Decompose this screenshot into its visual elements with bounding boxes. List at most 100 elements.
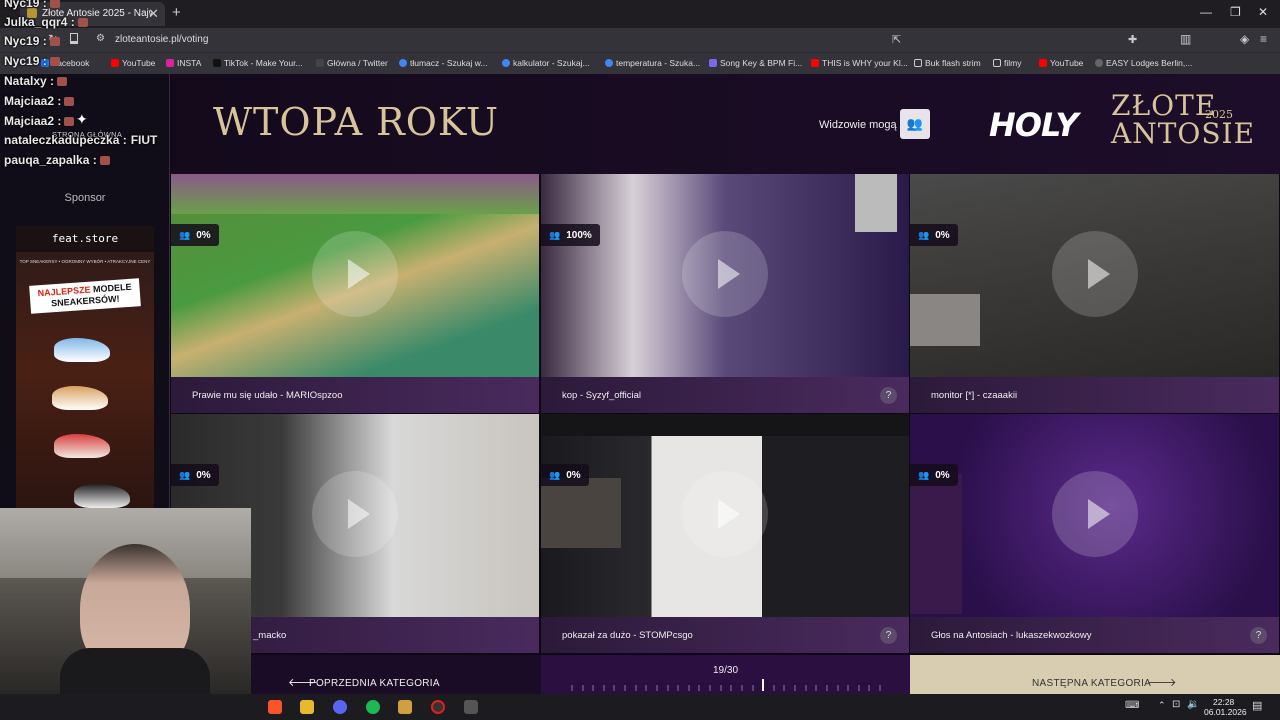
chat-overlay — [910, 474, 962, 614]
bookmark-item[interactable]: TikTok - Make Your... — [213, 58, 303, 68]
keyboard-icon[interactable]: ⌨ — [1125, 700, 1139, 711]
bookmark-item[interactable]: Buk flash strim — [914, 58, 981, 68]
entry-caption-bar: monitor [*] - czaaakii — [910, 377, 1279, 413]
chat-username: Nyc19 : — [4, 54, 47, 68]
category-navigation: 🡐 POPRZEDNIA KATEGORIA 19/30 NASTĘPNA KA… — [171, 655, 1280, 694]
next-category-button[interactable]: NASTĘPNA KATEGORIA — [1032, 678, 1151, 689]
entry-caption-bar: Prawie mu się udało - MARIOspzoo — [171, 377, 539, 413]
bookmark-item[interactable]: tłumacz - Szukaj w... — [399, 58, 487, 68]
ad-headline: NAJLEPSZE MODELE SNEAKERSÓW! — [29, 278, 141, 314]
spotify-icon[interactable] — [366, 700, 380, 714]
play-icon[interactable] — [682, 231, 768, 317]
bookmark-icon[interactable] — [70, 33, 78, 44]
ad-tagline: TOP SNEAKERSY • OGROMNY WYBÓR • ATRAKCYJ… — [19, 259, 151, 264]
clock-time[interactable]: 22:28 — [1213, 697, 1234, 707]
help-icon[interactable]: ? — [880, 387, 897, 404]
twitter-icon — [316, 59, 324, 67]
minimize-button[interactable]: — — [1200, 5, 1212, 19]
entry-caption-bar: Głos na Antosiach - lukaszekwozkowy? — [910, 617, 1279, 653]
url-field[interactable]: zloteantosie.pl/voting — [115, 34, 208, 45]
viewers-vote-button[interactable]: 👥 — [900, 109, 930, 139]
sponsor-ad[interactable]: feat.store TOP SNEAKERSY • OGROMNY WYBÓR… — [16, 226, 154, 516]
ad-brand: feat.store — [51, 232, 119, 245]
vote-percent-badge: 👥 0% — [171, 224, 219, 246]
logo-year: 2025 — [1205, 108, 1233, 121]
folder-icon — [914, 59, 922, 67]
play-icon[interactable] — [1051, 471, 1138, 557]
play-icon[interactable] — [312, 231, 398, 317]
sneaker-image — [74, 484, 130, 508]
clock-date[interactable]: 06.01.2026 — [1204, 707, 1247, 717]
users-icon: 👥 — [179, 470, 191, 480]
page-header: WTOPA ROKU Widzowie mogą 👥 HOLY ZŁOTE ANT… — [171, 74, 1280, 174]
bookmark-label: Song Key & BPM Fi... — [720, 58, 803, 68]
bookmark-item[interactable]: filmy — [993, 58, 1021, 68]
help-icon[interactable]: ? — [880, 627, 897, 644]
site-settings-icon[interactable]: ⚙ — [96, 33, 105, 44]
chevron-up-icon[interactable]: ⌃ — [1158, 700, 1166, 711]
google-icon — [605, 59, 613, 67]
notifications-icon[interactable]: ▤ — [1252, 699, 1262, 712]
bookmark-item[interactable]: kalkulator - Szukaj... — [502, 58, 590, 68]
volume-icon[interactable]: 🔉 — [1187, 699, 1199, 710]
bookmark-label: temperatura - Szuka... — [616, 58, 701, 68]
maximize-button[interactable]: ❐ — [1230, 5, 1241, 19]
vote-percent: 0% — [935, 470, 950, 481]
bookmark-item[interactable]: YouTube — [1039, 58, 1083, 68]
play-icon[interactable] — [682, 471, 768, 557]
chat-username: Majciaa2 : — [4, 94, 62, 108]
google-icon — [502, 59, 510, 67]
vote-percent-badge: 👥 0% — [171, 464, 219, 486]
entry-card[interactable]: 👥 0% Głos na Antosiach - lukaszekwozkowy? — [910, 414, 1280, 654]
vote-percent-badge: 👥 0% — [541, 464, 589, 486]
media-player-icon[interactable] — [398, 700, 412, 714]
obs-icon[interactable] — [431, 700, 445, 714]
brave-icon[interactable] — [268, 700, 282, 714]
entry-card[interactable]: 👥 100% kop - Syzyf_official? — [541, 174, 910, 414]
entry-card[interactable]: 👥 0% monitor [*] - czaaakii — [910, 174, 1280, 414]
vpn-icon[interactable]: ◈ — [1240, 32, 1249, 46]
zlote-antosie-logo: ZŁOTE ANTOSIE — [1111, 92, 1255, 148]
tab-close-icon[interactable]: ✕ — [148, 6, 159, 22]
sidebar-toggle-icon[interactable]: ▥ — [1180, 32, 1191, 46]
menu-icon[interactable]: ≡ — [1260, 32, 1267, 46]
entry-card[interactable]: 👥 0% Prawie mu się udało - MARIOspzoo — [171, 174, 540, 414]
bookmark-item[interactable]: INSTA — [166, 58, 201, 68]
network-icon[interactable]: ⊡ — [1172, 699, 1180, 710]
new-tab-button[interactable]: + — [172, 4, 181, 21]
vote-percent-badge: 👥 100% — [541, 224, 600, 246]
chat-message: Julka_qqr4 : — [4, 15, 88, 29]
app-icon[interactable] — [464, 700, 478, 714]
next-category-area[interactable]: NASTĘPNA KATEGORIA 🡒 — [910, 655, 1280, 694]
sponsor-label: Sponsor — [64, 192, 106, 204]
prev-category-button[interactable]: POPRZEDNIA KATEGORIA — [309, 678, 440, 689]
webcam-overlay — [541, 478, 621, 548]
instagram-icon — [166, 59, 174, 67]
bookmark-item[interactable]: temperatura - Szuka... — [605, 58, 700, 68]
entry-caption: pokazał za dużo - STOMPcsgo — [562, 630, 693, 641]
extensions-puzzle-icon[interactable]: ✚ — [1128, 33, 1137, 46]
bookmark-item[interactable]: THIS is WHY your Kl... — [811, 58, 908, 68]
play-icon[interactable] — [1051, 231, 1138, 317]
category-title: WTOPA ROKU — [213, 100, 499, 144]
folder-icon — [993, 59, 1001, 67]
entry-card[interactable]: 👥 0% pokazał za dużo - STOMPcsgo? — [541, 414, 910, 654]
chat-message: Nyc19 : — [4, 54, 60, 68]
bookmark-item[interactable]: Song Key & BPM Fi... — [709, 58, 802, 68]
chat-message: Nyc19 : — [4, 34, 60, 48]
bookmark-label: tłumacz - Szukaj w... — [410, 58, 488, 68]
vote-percent: 0% — [935, 230, 950, 241]
bookmark-item[interactable]: YouTube — [111, 58, 155, 68]
bookmark-item[interactable]: EASY Lodges Berlin,... — [1095, 58, 1192, 68]
share-icon[interactable]: ⇱ — [892, 33, 901, 46]
bookmark-item[interactable]: Główna / Twitter — [316, 58, 388, 68]
discord-icon[interactable] — [333, 700, 347, 714]
window-titlebar — [541, 414, 909, 436]
address-bar: ← ↻ ⚙ zloteantosie.pl/voting ⇱ ✚ ▥ ◈ ≡ — [0, 28, 1280, 72]
close-window-button[interactable]: ✕ — [1258, 5, 1268, 19]
file-explorer-icon[interactable] — [300, 700, 314, 714]
play-icon[interactable] — [312, 471, 398, 557]
vote-percent: 0% — [566, 470, 581, 481]
help-icon[interactable]: ? — [1250, 627, 1267, 644]
logo-line-1: ZŁOTE — [1111, 89, 1217, 122]
